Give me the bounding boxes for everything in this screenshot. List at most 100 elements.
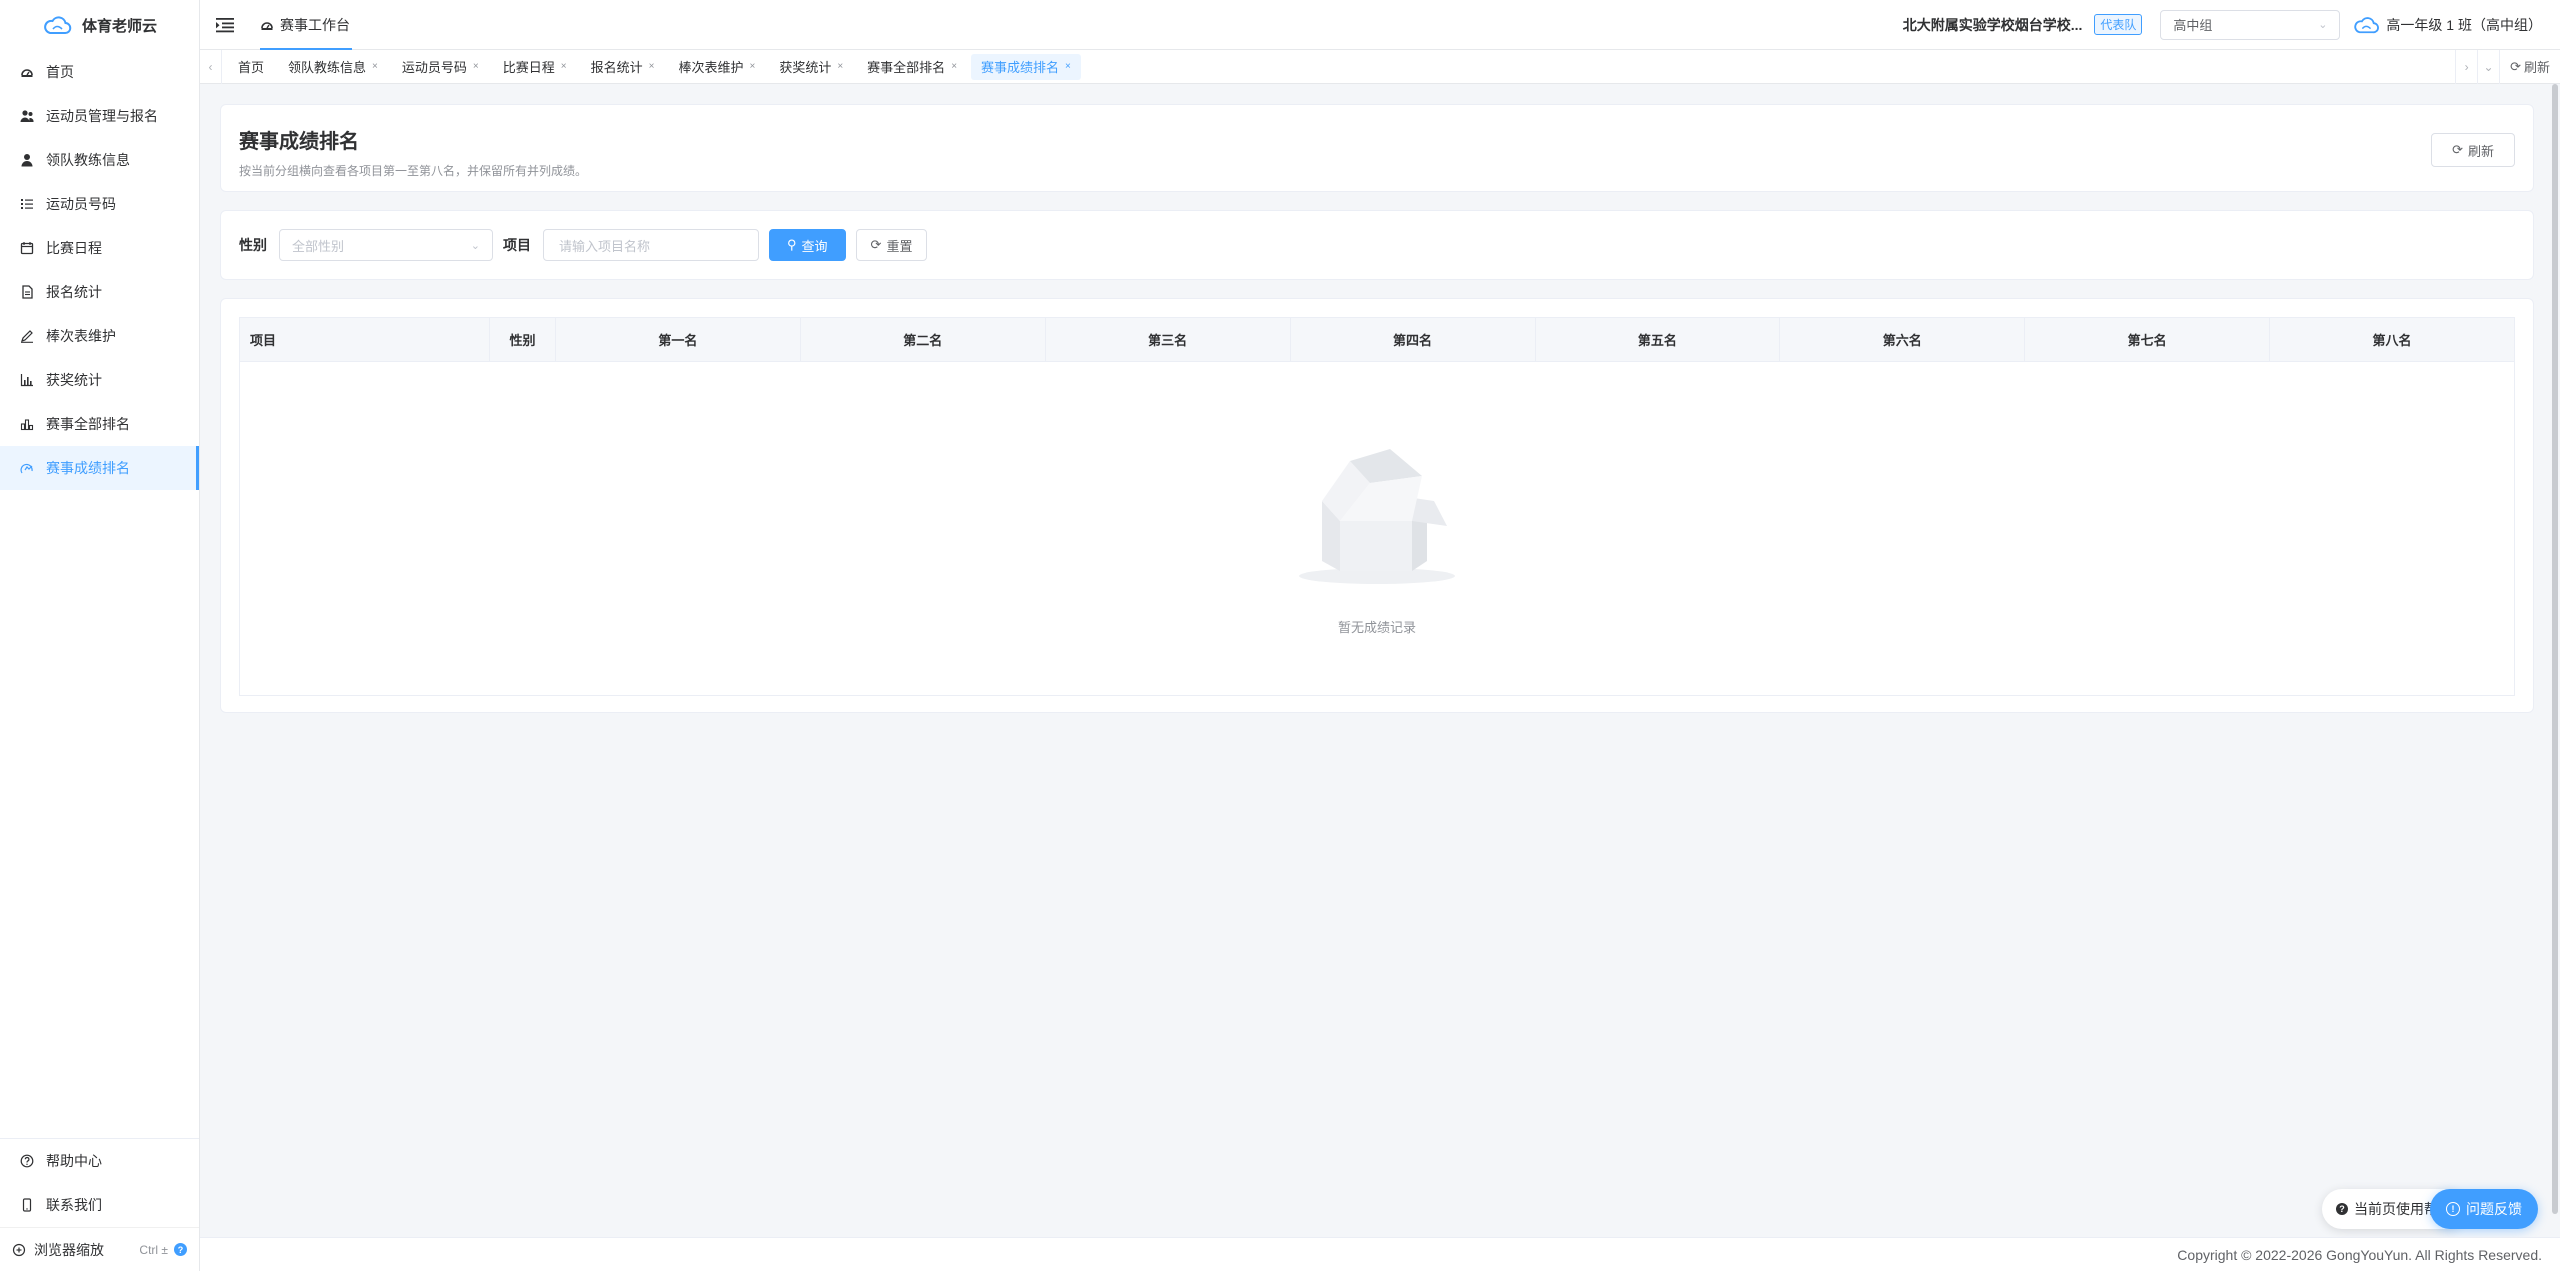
- sidebar-item-label: 赛事成绩排名: [46, 460, 130, 476]
- help-center-label: 帮助中心: [46, 1153, 102, 1169]
- contact-us-link[interactable]: 联系我们: [0, 1183, 199, 1227]
- close-icon[interactable]: ×: [837, 61, 843, 72]
- tab-relay[interactable]: 棒次表维护 ×: [668, 54, 765, 80]
- tab-coaches[interactable]: 领队教练信息 ×: [278, 54, 388, 80]
- column-header-event[interactable]: 项目: [240, 318, 490, 361]
- tabs-dropdown-button[interactable]: ⌄: [2477, 49, 2499, 84]
- reset-button[interactable]: ⟳ 重置: [855, 229, 928, 261]
- zoom-hint-icon[interactable]: ?: [174, 1243, 187, 1256]
- phone-icon: [20, 1198, 34, 1212]
- workspace-tab[interactable]: 赛事工作台: [250, 0, 360, 50]
- zoom-shortcut-text: Ctrl ±: [139, 1242, 168, 1257]
- tab-schedule[interactable]: 比赛日程 ×: [493, 54, 577, 80]
- refresh-icon: ⟳: [2452, 142, 2463, 157]
- close-icon[interactable]: ×: [473, 61, 479, 72]
- tab-label: 赛事全部排名: [867, 60, 946, 75]
- close-icon[interactable]: ×: [1065, 61, 1071, 72]
- sidebar-item-label: 获奖统计: [46, 372, 102, 388]
- sidebar-item-numbers[interactable]: 运动员号码: [0, 182, 199, 226]
- close-icon[interactable]: ×: [561, 61, 567, 72]
- tab-reg-stats[interactable]: 报名统计 ×: [581, 54, 665, 80]
- tab-label: 赛事成绩排名: [981, 60, 1060, 75]
- copyright-text: Copyright © 2022-2026 GongYouYun. All Ri…: [2177, 1246, 2542, 1263]
- dashboard-icon: [20, 65, 34, 79]
- gender-select[interactable]: 全部性别 ⌄: [279, 229, 493, 261]
- document-icon: [20, 285, 34, 299]
- table-header: 项目 性别 第一名 第二名 第三名 第四名 第五名 第六名 第七名 第八名: [240, 318, 2514, 362]
- tabs-bar: ‹ 首页 领队教练信息 × 运动员号码 × 比赛日程 × 报名统计 × 棒次表维…: [200, 49, 2560, 84]
- column-header-rank-3[interactable]: 第三名: [1046, 318, 1291, 361]
- sidebar-item-coaches[interactable]: 领队教练信息: [0, 138, 199, 182]
- browser-zoom-row[interactable]: 浏览器缩放 Ctrl ± ?: [0, 1227, 199, 1271]
- sidebar-item-relay[interactable]: 棒次表维护: [0, 314, 199, 358]
- results-table-card: 项目 性别 第一名 第二名 第三名 第四名 第五名 第六名 第七名 第八名 暂无…: [220, 298, 2534, 713]
- column-header-rank-8[interactable]: 第八名: [2270, 318, 2514, 361]
- column-header-rank-1[interactable]: 第一名: [556, 318, 801, 361]
- app-logo[interactable]: 体育老师云: [0, 0, 199, 50]
- column-header-rank-2[interactable]: 第二名: [801, 318, 1046, 361]
- column-header-rank-4[interactable]: 第四名: [1291, 318, 1536, 361]
- sidebar-item-label: 比赛日程: [46, 240, 102, 256]
- chart-icon: [20, 373, 34, 387]
- sidebar-menu: 首页 运动员管理与报名 领队教练信息 运动员号码 比赛日程 报名统计 棒次表维护: [0, 50, 199, 490]
- list-icon: [20, 197, 34, 211]
- tabs-scroll-right-button[interactable]: ›: [2455, 49, 2477, 84]
- search-button-label: 查询: [801, 238, 828, 254]
- sidebar-item-label: 运动员号码: [46, 196, 116, 212]
- gender-label: 性别: [239, 237, 267, 253]
- tabs-scroll-left-button[interactable]: ‹: [200, 49, 222, 84]
- app-name: 体育老师云: [81, 17, 157, 35]
- event-name-input[interactable]: 请输入项目名称: [543, 229, 759, 261]
- sidebar-item-schedule[interactable]: 比赛日程: [0, 226, 199, 270]
- tab-awards[interactable]: 获奖统计 ×: [769, 54, 853, 80]
- tabs-refresh-button[interactable]: ⟳ 刷新: [2499, 49, 2560, 84]
- empty-state-text: 暂无成绩记录: [1337, 620, 1416, 635]
- question-circle-icon: ?: [2336, 1203, 2348, 1215]
- tab-label: 棒次表维护: [678, 60, 744, 75]
- close-icon[interactable]: ×: [749, 61, 755, 72]
- sidebar-bottom: 帮助中心 联系我们 浏览器缩放 Ctrl ± ?: [0, 1138, 199, 1271]
- contact-us-label: 联系我们: [46, 1197, 102, 1213]
- close-icon[interactable]: ×: [649, 61, 655, 72]
- chevron-down-icon: ⌄: [2318, 19, 2328, 31]
- scrollbar-thumb[interactable]: [2552, 84, 2558, 1214]
- search-button[interactable]: ⚲ 查询: [769, 229, 846, 261]
- reset-button-label: 重置: [886, 238, 913, 254]
- page-scrollbar[interactable]: [2550, 84, 2560, 1271]
- sidebar-item-result-ranking[interactable]: 赛事成绩排名: [0, 446, 199, 490]
- column-header-rank-5[interactable]: 第五名: [1536, 318, 1781, 361]
- collapse-menu-button[interactable]: [200, 0, 250, 50]
- edit-icon: [20, 329, 34, 343]
- help-center-link[interactable]: 帮助中心: [0, 1139, 199, 1183]
- group-select-value: 高中组: [2173, 18, 2213, 33]
- tabs-refresh-label: 刷新: [2523, 60, 2550, 75]
- refresh-button[interactable]: ⟳ 刷新: [2431, 133, 2515, 167]
- tab-label: 领队教练信息: [288, 60, 367, 75]
- sidebar-item-reg-stats[interactable]: 报名统计: [0, 270, 199, 314]
- sidebar-item-home[interactable]: 首页: [0, 50, 199, 94]
- tab-result-ranking[interactable]: 赛事成绩排名 ×: [971, 53, 1081, 80]
- sidebar-item-all-ranking[interactable]: 赛事全部排名: [0, 402, 199, 446]
- sidebar-item-awards[interactable]: 获奖统计: [0, 358, 199, 402]
- class-switcher[interactable]: 高一年级 1 班（高中组）: [2352, 15, 2542, 35]
- column-header-rank-7[interactable]: 第七名: [2025, 318, 2271, 361]
- ranking-icon: [20, 461, 34, 475]
- column-header-rank-6[interactable]: 第六名: [1780, 318, 2026, 361]
- refresh-button-label: 刷新: [2467, 143, 2494, 159]
- sidebar-item-label: 运动员管理与报名: [46, 108, 158, 124]
- tab-numbers[interactable]: 运动员号码 ×: [392, 54, 489, 80]
- close-icon[interactable]: ×: [372, 61, 378, 72]
- filter-card: 性别 全部性别 ⌄ 项目 请输入项目名称 ⚲ 查询 ⟳ 重置: [220, 210, 2534, 280]
- cloud-logo-icon: [2354, 16, 2380, 33]
- close-icon[interactable]: ×: [951, 61, 957, 72]
- feedback-button[interactable]: ! 问题反馈: [2430, 1189, 2538, 1229]
- workspace-tab-label: 赛事工作台: [280, 16, 350, 33]
- tab-all-ranking[interactable]: 赛事全部排名 ×: [857, 54, 967, 80]
- group-select[interactable]: 高中组 ⌄: [2160, 9, 2341, 40]
- column-header-gender[interactable]: 性别: [490, 318, 556, 361]
- bar-chart-icon: [20, 417, 34, 431]
- zoom-icon: [12, 1243, 26, 1257]
- tab-label: 首页: [238, 60, 265, 75]
- tab-home[interactable]: 首页: [228, 54, 274, 80]
- sidebar-item-athletes[interactable]: 运动员管理与报名: [0, 94, 199, 138]
